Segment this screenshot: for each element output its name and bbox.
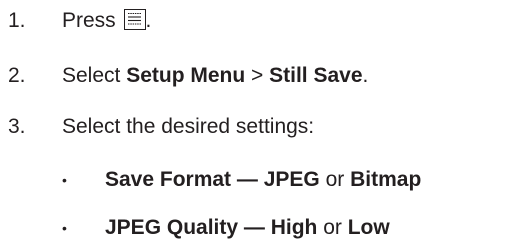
step-text: Select the desired settings: (62, 115, 315, 138)
bullet-text: Save Format — JPEG or Bitmap (105, 168, 422, 191)
bullet-dot: • (62, 172, 67, 188)
option-value: JPEG (263, 168, 320, 191)
option-value: Bitmap (350, 168, 422, 191)
menu-item-name: Still Save (269, 64, 363, 87)
menu-icon (123, 9, 146, 30)
option-value: High (270, 216, 318, 239)
step-text: Select Setup Menu > Still Save. (62, 64, 369, 87)
step-text: Press . (62, 9, 152, 32)
menu-name: Setup Menu (126, 64, 246, 87)
step-number: 1. (8, 9, 26, 32)
step-number: 3. (8, 115, 26, 138)
bullet-text: JPEG Quality — High or Low (105, 216, 390, 239)
option-value: Low (347, 216, 390, 239)
bullet-dot: • (62, 220, 67, 236)
setting-name: JPEG Quality (105, 216, 239, 239)
setting-name: Save Format (105, 168, 232, 191)
step-number: 2. (8, 64, 26, 87)
